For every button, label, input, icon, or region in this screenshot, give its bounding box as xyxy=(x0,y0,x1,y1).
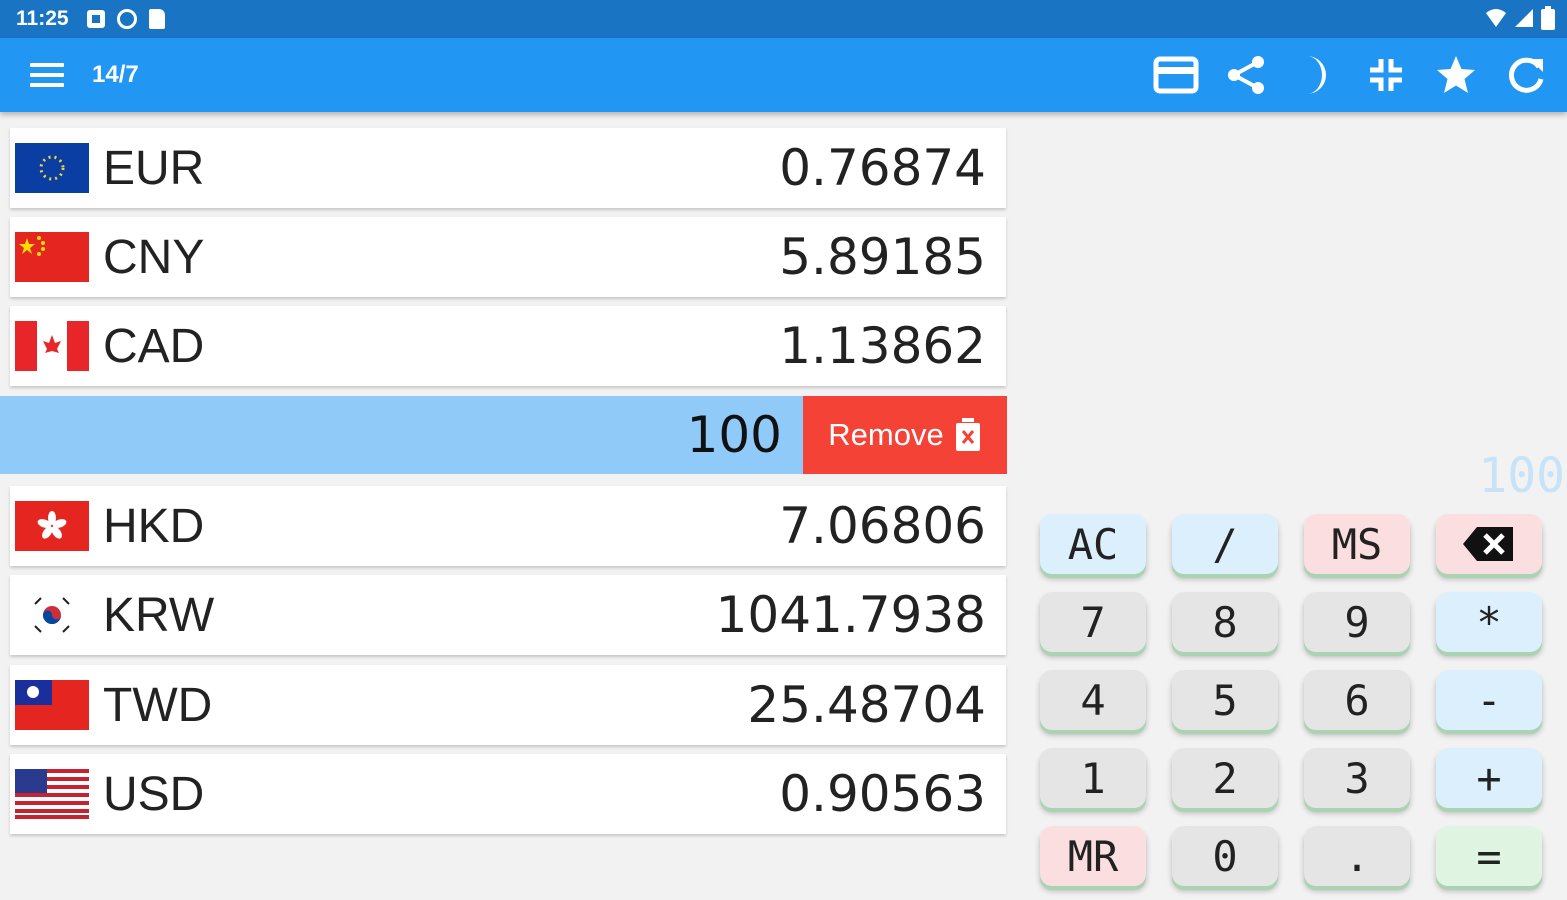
key-4[interactable]: 4 xyxy=(1040,670,1146,730)
currency-value: 1041.7938 xyxy=(715,586,986,644)
calculator-keypad: AC / MS 7 8 9 * 4 5 6 - 1 2 3 + MR 0 . = xyxy=(1040,514,1550,886)
key-1[interactable]: 1 xyxy=(1040,748,1146,808)
key-divide[interactable]: / xyxy=(1172,514,1278,574)
china-flag-icon xyxy=(15,232,89,282)
night-mode-button[interactable] xyxy=(1293,52,1339,98)
korea-flag-icon xyxy=(15,590,89,640)
sd-card-icon xyxy=(148,9,165,29)
currency-value: 0.90563 xyxy=(779,765,986,823)
remove-label: Remove xyxy=(828,417,944,452)
refresh-button[interactable] xyxy=(1503,52,1549,98)
currency-value: 7.06806 xyxy=(779,497,986,555)
key-7[interactable]: 7 xyxy=(1040,592,1146,652)
calculator-display: 100 xyxy=(1478,448,1565,504)
currency-code: CNY xyxy=(103,230,205,284)
collapse-icon xyxy=(1370,59,1402,91)
currency-row-usd[interactable]: USD 0.90563 xyxy=(10,754,1006,834)
currency-code: TWD xyxy=(103,678,213,732)
star-icon xyxy=(1437,56,1475,93)
key-0[interactable]: 0 xyxy=(1172,826,1278,886)
usa-flag-icon xyxy=(15,769,89,819)
key-multiply[interactable]: * xyxy=(1436,592,1542,652)
backspace-icon xyxy=(1463,527,1513,561)
notification-icon xyxy=(86,10,105,28)
moon-icon xyxy=(1307,56,1326,94)
canada-flag-icon xyxy=(15,321,89,371)
key-minus[interactable]: - xyxy=(1436,670,1542,730)
trash-icon xyxy=(955,418,980,451)
currency-row-eur[interactable]: EUR 0.76874 xyxy=(10,128,1006,208)
key-2[interactable]: 2 xyxy=(1172,748,1278,808)
currency-code: KRW xyxy=(103,588,215,642)
currency-value: 5.89185 xyxy=(779,228,986,286)
currency-row-cny[interactable]: CNY 5.89185 xyxy=(10,217,1006,297)
taiwan-flag-icon xyxy=(15,680,89,730)
key-8[interactable]: 8 xyxy=(1172,592,1278,652)
key-ac[interactable]: AC xyxy=(1040,514,1146,574)
currency-row-cad[interactable]: CAD 1.13862 xyxy=(10,306,1006,386)
key-mr[interactable]: MR xyxy=(1040,826,1146,886)
active-input-row[interactable]: 100 Remove xyxy=(0,396,1007,474)
currency-code: HKD xyxy=(103,499,205,553)
currency-row-krw[interactable]: KRW 1041.7938 xyxy=(10,575,1006,655)
key-5[interactable]: 5 xyxy=(1172,670,1278,730)
backspace-button[interactable] xyxy=(1436,514,1542,574)
currency-code: CAD xyxy=(103,319,205,373)
signal-icon xyxy=(1515,9,1533,27)
credit-card-icon xyxy=(1153,56,1199,94)
key-ms[interactable]: MS xyxy=(1304,514,1410,574)
refresh-icon xyxy=(1508,57,1544,93)
key-3[interactable]: 3 xyxy=(1304,748,1410,808)
app-bar: 14/7 xyxy=(0,38,1567,112)
key-equals[interactable]: = xyxy=(1436,826,1542,886)
hong-kong-flag-icon xyxy=(15,501,89,551)
currency-value: 25.48704 xyxy=(747,676,986,734)
app-title: 14/7 xyxy=(92,61,139,88)
currency-value: 0.76874 xyxy=(779,139,986,197)
menu-icon[interactable] xyxy=(30,63,64,87)
key-6[interactable]: 6 xyxy=(1304,670,1410,730)
sync-icon xyxy=(116,9,137,29)
share-icon xyxy=(1228,56,1264,94)
status-bar: 11:25 xyxy=(0,0,1567,38)
input-value: 100 xyxy=(686,406,782,464)
wifi-icon xyxy=(1486,9,1506,27)
status-time: 11:25 xyxy=(16,7,69,30)
currency-value: 1.13862 xyxy=(779,317,986,375)
currency-row-twd[interactable]: TWD 25.48704 xyxy=(10,665,1006,745)
remove-button[interactable]: Remove xyxy=(803,396,1007,474)
currency-row-hkd[interactable]: HKD 7.06806 xyxy=(10,486,1006,566)
currency-code: EUR xyxy=(103,141,205,195)
share-button[interactable] xyxy=(1223,52,1269,98)
key-9[interactable]: 9 xyxy=(1304,592,1410,652)
card-view-button[interactable] xyxy=(1153,52,1199,98)
currency-code: USD xyxy=(103,767,205,821)
key-plus[interactable]: + xyxy=(1436,748,1542,808)
eu-flag-icon xyxy=(15,143,89,193)
favorite-button[interactable] xyxy=(1433,52,1479,98)
compact-button[interactable] xyxy=(1363,52,1409,98)
battery-icon xyxy=(1541,6,1555,30)
key-decimal[interactable]: . xyxy=(1304,826,1410,886)
